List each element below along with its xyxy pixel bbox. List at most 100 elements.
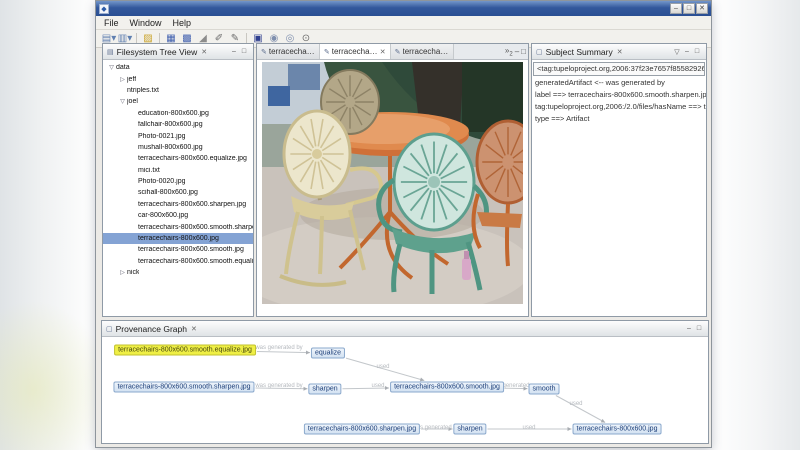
edge-label: used [522, 425, 535, 431]
summary-line-2[interactable]: generatedArtifact <-- was generated by [532, 77, 706, 89]
tree-item-label: data [116, 64, 130, 71]
page-right-margin [710, 0, 800, 450]
menu-file[interactable]: File [104, 18, 119, 28]
editor-tab-1[interactable]: ✎terracechairs-800... [257, 44, 320, 59]
tree-item-mushall-800x600-jpg[interactable]: mushall-800x600.jpg [103, 142, 253, 153]
subject-summary-header-icons: ▽–□ [672, 48, 702, 56]
summary-line-5[interactable]: type ==> Artifact [532, 113, 706, 125]
filesystem-tree-title: Filesystem Tree View [117, 47, 198, 57]
tree-item-terracechairs-800x600-sharpen-jpg[interactable]: terracechairs-800x600.sharpen.jpg [103, 199, 253, 210]
summary-view-icon: ▢ [536, 48, 543, 56]
title-bar[interactable]: ◆ –□✕ [96, 1, 711, 16]
edge-label: was generated by [255, 345, 302, 351]
view-menu-icon[interactable]: ▽ [672, 48, 682, 56]
provenance-graph-canvas: terracechairs-800x600.smooth.equalize.jp… [102, 337, 708, 443]
editor-tab-label: terracechairs-800... [332, 47, 378, 56]
graph-node-smooth_equalize_jpg[interactable]: terracechairs-800x600.smooth.equalize.jp… [114, 345, 256, 356]
tree-item-joel[interactable]: ▽joel [103, 96, 253, 107]
close-icon[interactable]: ✕ [191, 325, 197, 333]
close-icon[interactable]: ✕ [380, 48, 386, 56]
minimize-icon[interactable]: – [684, 325, 694, 332]
tree-view-icon: ▤ [107, 48, 114, 56]
tree-item-car-800x600-jpg[interactable]: car-800x600.jpg [103, 210, 253, 221]
graph-node-sharpen_jpg[interactable]: terracechairs-800x600.sharpen.jpg [304, 424, 420, 435]
filesystem-tree-header[interactable]: ▤ Filesystem Tree View ✕ –□ [103, 44, 253, 60]
tree-item-terracechairs-800x600-smooth-sharpen-jpg[interactable]: terracechairs-800x600.smooth.sharpen.jpg [103, 221, 253, 232]
file-icon: ✎ [324, 48, 330, 56]
tree-item-label: nick [127, 269, 139, 276]
tree-expander-icon[interactable]: ▽ [107, 64, 116, 71]
editor-content [257, 60, 528, 316]
edge-label: used [376, 364, 389, 370]
tree-item-label: terracechairs-800x600.smooth.equalize.jp… [138, 258, 253, 265]
maximize-icon[interactable]: □ [694, 325, 704, 332]
minimize-icon[interactable]: – [515, 47, 519, 56]
tree-item-scihall-800x600-jpg[interactable]: scihall-800x600.jpg [103, 187, 253, 198]
tree-expander-icon[interactable]: ▷ [118, 269, 127, 276]
tree-item-label: jeff [127, 76, 136, 83]
window-controls: –□✕ [669, 3, 708, 14]
minimize-icon[interactable]: – [682, 48, 692, 56]
graph-node-sharpen_a[interactable]: sharpen [308, 384, 341, 395]
graph-node-sharpen_b[interactable]: sharpen [453, 424, 486, 435]
window-maximize-button[interactable]: □ [683, 3, 695, 14]
tree-item-label: joel [127, 98, 138, 105]
app-icon: ◆ [99, 4, 109, 14]
tree-item-fallchair-800x600-jpg[interactable]: fallchair-800x600.jpg [103, 119, 253, 130]
tree-item-terracechairs-800x600-smooth-jpg[interactable]: terracechairs-800x600.smooth.jpg [103, 244, 253, 255]
edge-label: used [569, 401, 582, 407]
tree-item-terracechairs-800x600-equalize-jpg[interactable]: terracechairs-800x600.equalize.jpg [103, 153, 253, 164]
tab-list-icon[interactable]: »2 [505, 46, 513, 58]
minimize-icon[interactable]: – [229, 48, 239, 55]
summary-line-1[interactable]: <tag:tupeloproject.org,2006:37f23e7657f8… [533, 62, 705, 76]
editor-tab-3[interactable]: ✎terracechairs-800... [391, 44, 454, 59]
tree-expander-icon[interactable]: ▽ [118, 98, 127, 105]
tree-item-jeff[interactable]: ▷jeff [103, 73, 253, 84]
menu-help[interactable]: Help [173, 18, 192, 28]
tree-item-terracechairs-800x600-smooth-equalize-jpg[interactable]: terracechairs-800x600.smooth.equalize.jp… [103, 256, 253, 267]
maximize-icon[interactable]: □ [239, 48, 249, 55]
graph-node-smooth_jpg[interactable]: terracechairs-800x600.smooth.jpg [390, 382, 504, 393]
maximize-icon[interactable]: □ [521, 47, 526, 56]
maximize-icon[interactable]: □ [692, 48, 702, 56]
editor-tab-2[interactable]: ✎terracechairs-800...✕ [320, 44, 391, 59]
summary-line-3[interactable]: label ==> terracechairs-800x600.smooth.s… [532, 89, 706, 101]
tree-item-terracechairs-800x600-jpg[interactable]: terracechairs-800x600.jpg [103, 233, 253, 244]
tree-item-label: mici.txt [138, 167, 160, 174]
subject-summary-title: Subject Summary [546, 47, 613, 57]
provenance-graph-title: Provenance Graph [116, 324, 187, 334]
tree-item-label: Photo-0021.jpg [138, 133, 185, 140]
graph-node-equalize[interactable]: equalize [311, 348, 345, 359]
provenance-graph-view: ▢ Provenance Graph ✕ –□ terracechairs-80… [101, 320, 709, 444]
tree-item-label: fallchair-800x600.jpg [138, 121, 203, 128]
window-close-button[interactable]: ✕ [696, 3, 708, 14]
tree-item-ntriples-txt[interactable]: ntriples.txt [103, 85, 253, 96]
tree-item-mici-txt[interactable]: mici.txt [103, 165, 253, 176]
menu-window[interactable]: Window [130, 18, 162, 28]
subject-summary-list: <tag:tupeloproject.org,2006:37f23e7657f8… [532, 60, 706, 316]
graph-view-icon: ▢ [106, 325, 113, 333]
edge-label: used [371, 383, 384, 389]
provenance-graph-header[interactable]: ▢ Provenance Graph ✕ –□ [102, 321, 708, 337]
tree-item-photo-0020-jpg[interactable]: Photo-0020.jpg [103, 176, 253, 187]
editor-tab-controls: »2–□ [505, 46, 528, 58]
window-minimize-button[interactable]: – [670, 3, 682, 14]
tree-expander-icon[interactable]: ▷ [118, 76, 127, 83]
edge-label: generated [502, 383, 529, 389]
graph-node-smooth[interactable]: smooth [529, 384, 560, 395]
tree-item-photo-0021-jpg[interactable]: Photo-0021.jpg [103, 130, 253, 141]
graph-node-terracechairs_jpg[interactable]: terracechairs-800x600.jpg [573, 424, 662, 435]
tree-item-nick[interactable]: ▷nick [103, 267, 253, 278]
filesystem-tree-view: ▤ Filesystem Tree View ✕ –□ ▽data▷jeffnt… [102, 43, 254, 317]
close-icon[interactable]: ✕ [617, 48, 623, 56]
tree-item-label: terracechairs-800x600.equalize.jpg [138, 155, 247, 162]
tree-item-label: mushall-800x600.jpg [138, 144, 203, 151]
subject-summary-header[interactable]: ▢ Subject Summary ✕ ▽–□ [532, 44, 706, 60]
terracechairs-photo [262, 62, 523, 304]
graph-node-smooth_sharpen_jpg[interactable]: terracechairs-800x600.smooth.sharpen.jpg [113, 382, 254, 393]
tree-item-education-800x600-jpg[interactable]: education-800x600.jpg [103, 108, 253, 119]
close-icon[interactable]: ✕ [201, 48, 207, 56]
tree-item-data[interactable]: ▽data [103, 62, 253, 73]
summary-line-4[interactable]: tag:tupeloproject.org,2006:/2.0/files/ha… [532, 101, 706, 113]
provenance-graph-header-icons: –□ [684, 325, 704, 332]
